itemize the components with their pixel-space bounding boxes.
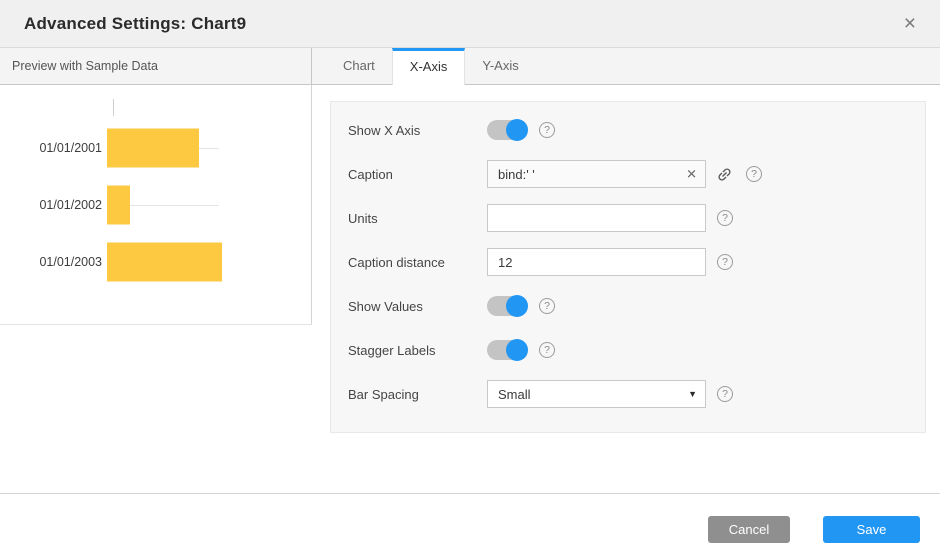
toggle-thumb bbox=[506, 119, 528, 141]
help-icon[interactable]: ? bbox=[717, 386, 733, 402]
row-caption: Caption ✕ ? bbox=[348, 152, 907, 196]
stagger-labels-label: Stagger Labels bbox=[348, 343, 487, 358]
chart-row: 01/01/2002 bbox=[0, 176, 311, 233]
chart-category-label: 01/01/2001 bbox=[0, 141, 107, 155]
x-axis-form: Show X Axis ? Caption ✕ ? Units bbox=[330, 101, 926, 433]
toggle-thumb bbox=[506, 339, 528, 361]
preview-panel: Preview with Sample Data 01/01/2001 01/0… bbox=[0, 48, 312, 325]
chart-row: 01/01/2001 bbox=[0, 119, 311, 176]
chart-row: 01/01/2003 bbox=[0, 233, 311, 290]
chart-category-label: 01/01/2003 bbox=[0, 255, 107, 269]
help-icon[interactable]: ? bbox=[746, 166, 762, 182]
dialog-titlebar: Advanced Settings: Chart9 × bbox=[0, 0, 940, 48]
chart-bar bbox=[107, 242, 222, 281]
help-icon[interactable]: ? bbox=[539, 122, 555, 138]
toggle-thumb bbox=[506, 295, 528, 317]
show-values-toggle[interactable] bbox=[487, 296, 527, 316]
caption-distance-input[interactable] bbox=[487, 248, 706, 276]
clear-icon[interactable]: ✕ bbox=[686, 168, 697, 181]
help-icon[interactable]: ? bbox=[539, 298, 555, 314]
save-button[interactable]: Save bbox=[823, 516, 920, 543]
chart-axis-tick bbox=[113, 99, 114, 116]
cancel-button[interactable]: Cancel bbox=[708, 516, 790, 543]
row-caption-distance: Caption distance ? bbox=[348, 240, 907, 284]
help-icon[interactable]: ? bbox=[717, 210, 733, 226]
bar-spacing-label: Bar Spacing bbox=[348, 387, 487, 402]
dialog-footer: Cancel Save bbox=[0, 493, 940, 558]
caption-distance-label: Caption distance bbox=[348, 255, 487, 270]
settings-panel: Chart X-Axis Y-Axis Show X Axis ? Captio… bbox=[312, 48, 940, 433]
tab-chart[interactable]: Chart bbox=[326, 48, 392, 84]
caption-input[interactable] bbox=[487, 160, 706, 188]
tab-x-axis[interactable]: X-Axis bbox=[392, 48, 466, 85]
dialog-title: Advanced Settings: Chart9 bbox=[24, 14, 246, 34]
row-units: Units ? bbox=[348, 196, 907, 240]
help-icon[interactable]: ? bbox=[539, 342, 555, 358]
preview-chart: 01/01/2001 01/01/2002 01/01/2003 bbox=[0, 85, 312, 325]
link-icon[interactable] bbox=[716, 166, 733, 183]
close-icon[interactable]: × bbox=[898, 11, 922, 36]
chart-bar bbox=[107, 185, 130, 224]
row-bar-spacing: Bar Spacing Small ▼ ? bbox=[348, 372, 907, 416]
tab-content: Show X Axis ? Caption ✕ ? Units bbox=[312, 85, 940, 433]
show-values-label: Show Values bbox=[348, 299, 487, 314]
tab-bar: Chart X-Axis Y-Axis bbox=[312, 48, 940, 85]
row-show-x-axis: Show X Axis ? bbox=[348, 108, 907, 152]
row-stagger-labels: Stagger Labels ? bbox=[348, 328, 907, 372]
caption-label: Caption bbox=[348, 167, 487, 182]
show-x-axis-label: Show X Axis bbox=[348, 123, 487, 138]
stagger-labels-toggle[interactable] bbox=[487, 340, 527, 360]
show-x-axis-toggle[interactable] bbox=[487, 120, 527, 140]
chart-bar bbox=[107, 128, 199, 167]
units-label: Units bbox=[348, 211, 487, 226]
tab-y-axis[interactable]: Y-Axis bbox=[465, 48, 535, 84]
row-show-values: Show Values ? bbox=[348, 284, 907, 328]
chart-category-label: 01/01/2002 bbox=[0, 198, 107, 212]
units-input[interactable] bbox=[487, 204, 706, 232]
help-icon[interactable]: ? bbox=[717, 254, 733, 270]
preview-header: Preview with Sample Data bbox=[0, 48, 312, 85]
bar-spacing-select[interactable]: Small bbox=[487, 380, 706, 408]
